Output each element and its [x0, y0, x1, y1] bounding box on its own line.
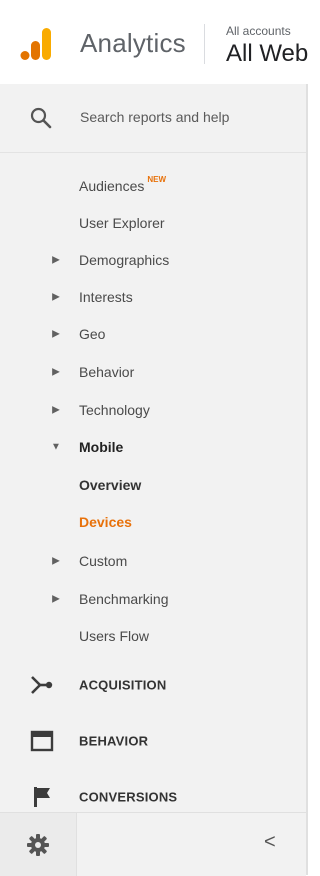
- sidebar-section-behavior[interactable]: BEHAVIOR: [0, 713, 306, 769]
- collapse-sidebar-button[interactable]: <: [264, 831, 276, 854]
- sidebar-item-label: Mobile: [79, 438, 124, 455]
- search-input[interactable]: Search reports and help: [80, 109, 229, 125]
- account-selector-label[interactable]: All accounts: [226, 24, 291, 38]
- sidebar-item-users-flow[interactable]: Users Flow: [0, 617, 306, 654]
- header-divider: [204, 24, 205, 64]
- expand-arrow-icon: ▶: [52, 291, 60, 302]
- sidebar-item-label: Users Flow: [79, 627, 150, 644]
- section-label: BEHAVIOR: [79, 733, 149, 749]
- expand-arrow-icon: ▶: [52, 593, 60, 604]
- sidebar-item-technology[interactable]: ▶ Technology: [0, 391, 306, 428]
- sidebar-nav: Search reports and help Audiences NEW Use…: [0, 84, 308, 876]
- search-reports[interactable]: Search reports and help: [0, 84, 306, 153]
- search-icon: [30, 107, 52, 129]
- sidebar-item-mobile-overview[interactable]: Overview: [0, 466, 306, 503]
- sidebar-section-acquisition[interactable]: ACQUISITION: [0, 657, 306, 713]
- sidebar-item-label: Custom: [79, 552, 128, 569]
- sidebar-item-custom[interactable]: ▶ Custom: [0, 542, 306, 579]
- sidebar-footer: <: [0, 812, 306, 876]
- expand-arrow-icon: ▶: [52, 366, 60, 377]
- sidebar-item-demographics[interactable]: ▶ Demographics: [0, 241, 306, 278]
- new-badge: NEW: [147, 174, 167, 184]
- expand-arrow-icon: ▶: [52, 555, 60, 566]
- behavior-icon: [30, 730, 54, 752]
- sidebar-item-geo[interactable]: ▶ Geo: [0, 315, 306, 352]
- sidebar-item-label: Overview: [79, 476, 142, 493]
- sidebar-item-label: Geo: [79, 325, 106, 342]
- sidebar-item-label: Devices: [79, 513, 132, 530]
- app-title: Analytics: [80, 28, 186, 58]
- sidebar-item-interests[interactable]: ▶ Interests: [0, 278, 306, 315]
- expand-arrow-icon: ▶: [52, 404, 60, 415]
- section-label: CONVERSIONS: [79, 789, 178, 805]
- sidebar-item-audiences[interactable]: Audiences NEW: [0, 167, 306, 204]
- sidebar-item-user-explorer[interactable]: User Explorer: [0, 204, 306, 241]
- sidebar-item-label: Benchmarking: [79, 590, 169, 607]
- sidebar-item-benchmarking[interactable]: ▶ Benchmarking: [0, 580, 306, 617]
- sidebar-item-label: Technology: [79, 401, 150, 418]
- sidebar-item-mobile[interactable]: ▼ Mobile: [0, 428, 306, 465]
- sidebar-item-label: Interests: [79, 288, 133, 305]
- expand-arrow-icon: ▶: [52, 328, 60, 339]
- sidebar-item-mobile-devices[interactable]: Devices: [0, 503, 306, 540]
- sidebar-item-label: Demographics: [79, 251, 170, 268]
- section-label: ACQUISITION: [79, 677, 167, 693]
- sidebar-item-label: User Explorer: [79, 214, 165, 231]
- app-header: Analytics All accounts All Web: [0, 0, 308, 84]
- sidebar-item-label: Audiences NEW: [79, 174, 167, 194]
- collapse-arrow-icon: ▼: [51, 441, 61, 452]
- property-selector[interactable]: All Web: [226, 40, 308, 68]
- flag-icon: [34, 787, 50, 807]
- sidebar-item-behavior[interactable]: ▶ Behavior: [0, 353, 306, 390]
- sidebar-item-label: Behavior: [79, 363, 135, 380]
- expand-arrow-icon: ▶: [52, 254, 60, 265]
- gear-icon: [27, 834, 49, 856]
- admin-button[interactable]: [0, 813, 77, 876]
- acquisition-icon: [31, 676, 53, 694]
- analytics-logo-icon[interactable]: [20, 26, 54, 62]
